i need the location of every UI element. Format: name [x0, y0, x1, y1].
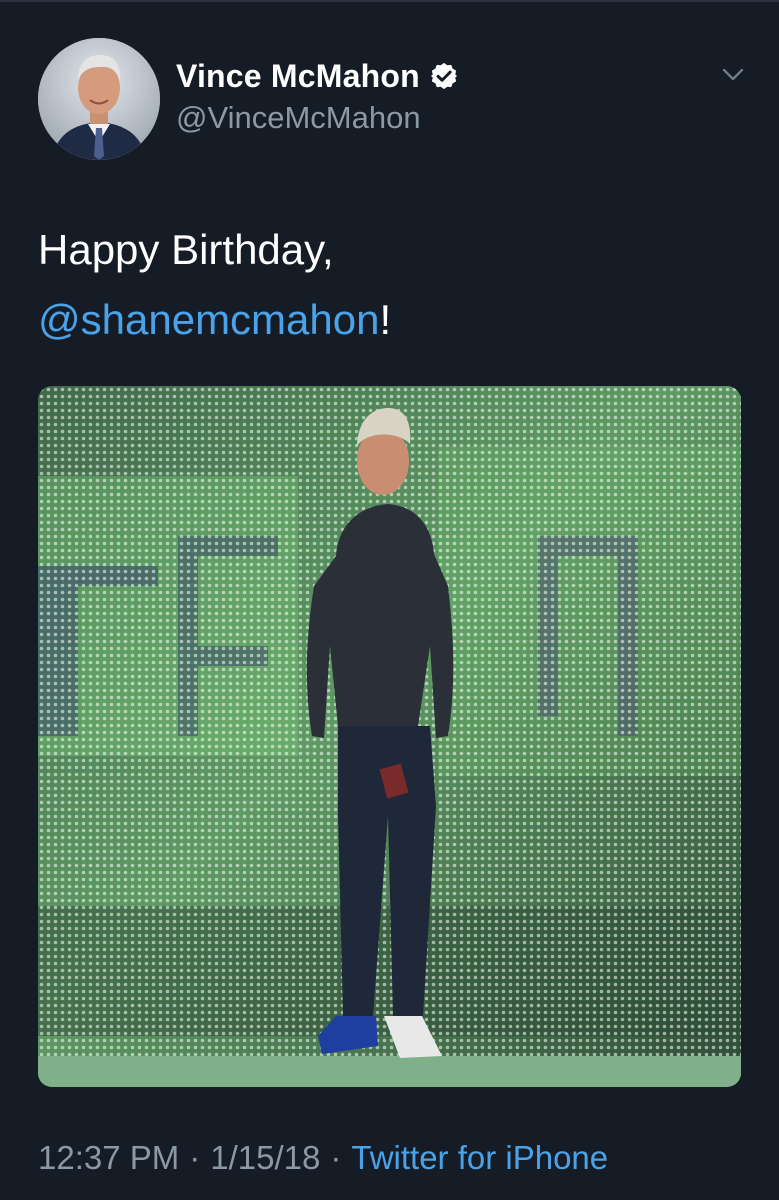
avatar[interactable]: [38, 38, 160, 160]
meta-separator: ·: [330, 1139, 342, 1176]
author-display-name[interactable]: Vince McMahon: [176, 58, 420, 95]
mention-link[interactable]: @shanemcmahon: [38, 296, 379, 343]
author-handle[interactable]: @VinceMcMahon: [176, 100, 421, 136]
source-link[interactable]: Twitter for iPhone: [351, 1139, 608, 1176]
top-divider: [0, 0, 779, 2]
tweet-text-line: Happy Birthday,: [38, 226, 334, 273]
tweet-media-photo[interactable]: [38, 386, 741, 1087]
tweet-text: Happy Birthday, @shanemcmahon!: [38, 215, 738, 355]
photo-image: [38, 386, 741, 1087]
tweet-time[interactable]: 12:37 PM: [38, 1139, 179, 1176]
tweet-date[interactable]: 1/15/18: [210, 1139, 320, 1176]
chevron-down-icon[interactable]: [716, 62, 750, 88]
tweet-text-suffix: !: [379, 296, 392, 343]
avatar-image: [38, 38, 160, 160]
author-name-row[interactable]: Vince McMahon: [176, 56, 459, 96]
tweet-meta: 12:37 PM · 1/15/18 · Twitter for iPhone: [38, 1139, 608, 1177]
tweet-text-line-2: @shanemcmahon!: [38, 285, 738, 355]
meta-separator: ·: [189, 1139, 201, 1176]
verified-badge-icon: [429, 61, 459, 91]
